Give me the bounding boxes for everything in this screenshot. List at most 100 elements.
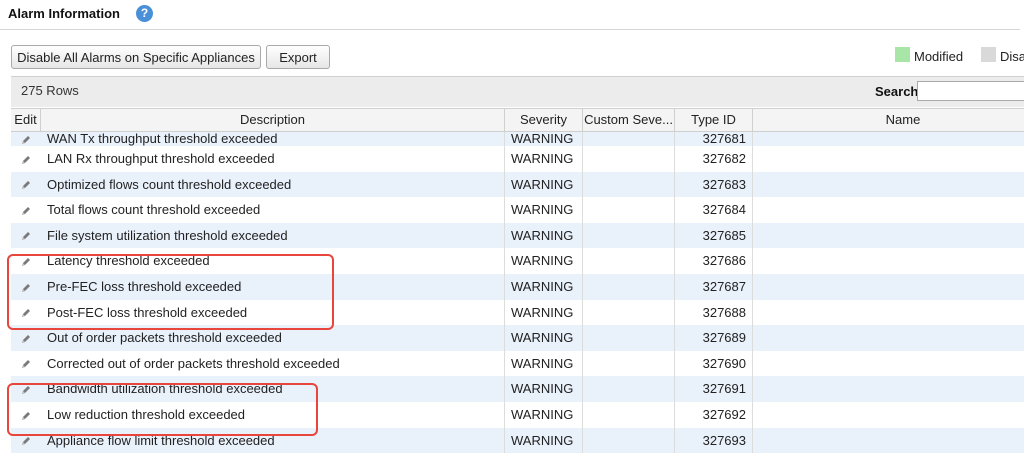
- edit-cell[interactable]: [11, 172, 41, 198]
- column-header-type-id[interactable]: Type ID: [675, 109, 753, 131]
- pencil-icon[interactable]: [20, 253, 32, 268]
- type-id-cell: 327688: [675, 299, 753, 326]
- disabled-legend-swatch: [981, 47, 996, 62]
- custom-severity-cell: [583, 197, 675, 223]
- description-cell: Optimized flows count threshold exceeded: [41, 171, 505, 198]
- pencil-icon[interactable]: [20, 228, 32, 243]
- type-id-cell: 327691: [675, 376, 753, 402]
- column-header-description[interactable]: Description: [41, 109, 505, 131]
- description-cell: File system utilization threshold exceed…: [41, 222, 505, 249]
- pencil-icon[interactable]: [20, 330, 32, 345]
- edit-cell[interactable]: [11, 428, 41, 454]
- table-row[interactable]: Latency threshold exceeded WARNING 327686: [11, 248, 1024, 274]
- type-id-cell: 327690: [675, 350, 753, 377]
- name-cell: [753, 300, 1024, 326]
- type-id-cell: 327683: [675, 171, 753, 198]
- description-cell: LAN Rx throughput threshold exceeded: [41, 146, 505, 172]
- column-header-severity[interactable]: Severity: [505, 109, 583, 131]
- severity-cell: WARNING: [505, 171, 583, 198]
- custom-severity-cell: [583, 146, 675, 172]
- edit-cell[interactable]: [11, 274, 41, 300]
- type-id-cell: 327689: [675, 325, 753, 351]
- edit-cell[interactable]: [11, 351, 41, 377]
- severity-cell: WARNING: [505, 299, 583, 326]
- column-header-custom-severity[interactable]: Custom Seve...: [583, 109, 675, 131]
- pencil-icon[interactable]: [20, 305, 32, 320]
- description-cell: Appliance flow limit threshold exceeded: [41, 427, 505, 454]
- type-id-cell: 327685: [675, 222, 753, 249]
- table-row[interactable]: Post-FEC loss threshold exceeded WARNING 3…: [11, 299, 1024, 326]
- table-row[interactable]: Pre-FEC loss threshold exceeded WARNING 32…: [11, 274, 1024, 300]
- name-cell: [753, 428, 1024, 454]
- description-cell: Out of order packets threshold exceeded: [41, 325, 505, 351]
- search-label: Search: [875, 84, 919, 99]
- custom-severity-cell: [583, 350, 675, 377]
- severity-cell: WARNING: [505, 325, 583, 351]
- type-id-cell: 327684: [675, 197, 753, 223]
- edit-cell[interactable]: [11, 300, 41, 326]
- pencil-icon[interactable]: [20, 381, 32, 396]
- name-cell: [753, 197, 1024, 223]
- table-row[interactable]: Out of order packets threshold exceeded W…: [11, 325, 1024, 351]
- search-input[interactable]: [917, 81, 1024, 101]
- pencil-icon[interactable]: [20, 407, 32, 422]
- table-row[interactable]: WAN Tx throughput threshold exceeded WARN…: [11, 132, 1024, 146]
- pencil-icon[interactable]: [20, 202, 32, 217]
- custom-severity-cell: [583, 325, 675, 351]
- severity-cell: WARNING: [505, 146, 583, 172]
- disabled-legend-label: Disa: [1000, 49, 1024, 64]
- table-row[interactable]: Corrected out of order packets threshold…: [11, 350, 1024, 377]
- severity-cell: WARNING: [505, 222, 583, 249]
- type-id-cell: 327692: [675, 402, 753, 428]
- grid-toolbar: 275 Rows Search: [11, 76, 1024, 107]
- pencil-icon[interactable]: [20, 177, 32, 192]
- table-row[interactable]: File system utilization threshold exceed…: [11, 222, 1024, 249]
- custom-severity-cell: [583, 299, 675, 326]
- export-button[interactable]: Export: [266, 45, 330, 69]
- page-title: Alarm Information: [8, 6, 120, 21]
- edit-cell[interactable]: [11, 132, 41, 146]
- table-row[interactable]: Total flows count threshold exceeded WARN…: [11, 197, 1024, 223]
- edit-cell[interactable]: [11, 376, 41, 402]
- row-count: 275 Rows: [21, 83, 79, 98]
- name-cell: [753, 351, 1024, 377]
- severity-cell: WARNING: [505, 427, 583, 454]
- column-header-name[interactable]: Name: [753, 109, 1024, 131]
- grid-body: WAN Tx throughput threshold exceeded WARN…: [11, 132, 1024, 459]
- edit-cell[interactable]: [11, 402, 41, 428]
- type-id-cell: 327687: [675, 274, 753, 300]
- table-row[interactable]: Optimized flows count threshold exceeded…: [11, 171, 1024, 198]
- edit-cell[interactable]: [11, 223, 41, 249]
- description-cell: Bandwidth utilization threshold exceeded: [41, 376, 505, 402]
- table-row[interactable]: LAN Rx throughput threshold exceeded WARN…: [11, 146, 1024, 172]
- severity-cell: WARNING: [505, 248, 583, 274]
- name-cell: [753, 223, 1024, 249]
- column-header-edit[interactable]: Edit: [11, 109, 41, 131]
- pencil-icon[interactable]: [20, 132, 32, 146]
- edit-cell[interactable]: [11, 325, 41, 351]
- pencil-icon[interactable]: [20, 433, 32, 448]
- title-divider: [0, 29, 1020, 30]
- help-icon[interactable]: ?: [136, 5, 153, 22]
- modified-legend-label: Modified: [914, 49, 964, 64]
- edit-cell[interactable]: [11, 197, 41, 223]
- type-id-cell: 327686: [675, 248, 753, 274]
- severity-cell: WARNING: [505, 350, 583, 377]
- pencil-icon[interactable]: [20, 151, 32, 166]
- table-row[interactable]: Appliance flow limit threshold exceeded W…: [11, 427, 1024, 454]
- table-row[interactable]: Low reduction threshold exceeded WARNING 3…: [11, 402, 1024, 428]
- severity-cell: WARNING: [505, 197, 583, 223]
- custom-severity-cell: [583, 427, 675, 454]
- name-cell: [753, 172, 1024, 198]
- severity-cell: WARNING: [505, 402, 583, 428]
- disable-all-alarms-button[interactable]: Disable All Alarms on Specific Appliance…: [11, 45, 261, 69]
- edit-cell[interactable]: [11, 248, 41, 274]
- pencil-icon[interactable]: [20, 279, 32, 294]
- description-cell: Corrected out of order packets threshold…: [41, 350, 505, 377]
- edit-cell[interactable]: [11, 146, 41, 172]
- pencil-icon[interactable]: [20, 356, 32, 371]
- table-row[interactable]: Bandwidth utilization threshold exceeded…: [11, 376, 1024, 402]
- grid-header: Edit Description Severity Custom Seve...…: [11, 108, 1024, 132]
- name-cell: [753, 132, 1024, 146]
- type-id-cell: 327682: [675, 146, 753, 172]
